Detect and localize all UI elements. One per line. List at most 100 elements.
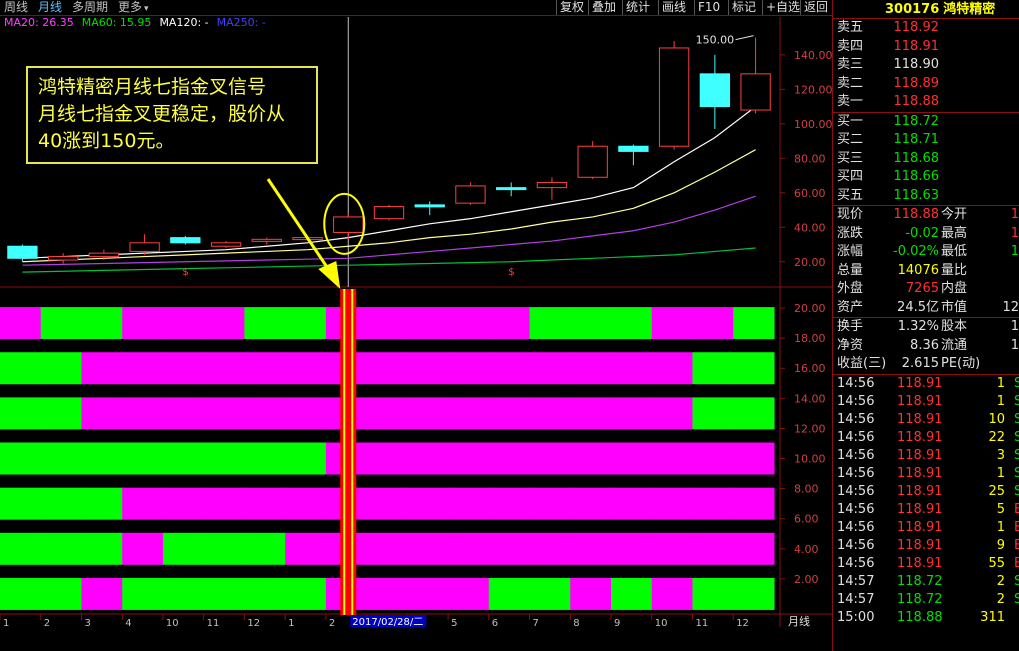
indicator-bar xyxy=(122,397,164,430)
tick-volume: 5 xyxy=(996,501,1005,517)
dividend-marker-icon: $ xyxy=(182,267,188,278)
indicator-bar xyxy=(203,577,245,610)
tick-volume: 311 xyxy=(980,609,1005,625)
indicator-bar xyxy=(448,487,490,520)
indicator-bar xyxy=(81,307,123,340)
overlay-button[interactable]: 叠加 xyxy=(588,0,619,15)
indicator-bar xyxy=(40,532,83,565)
fundamental-row: 净资 8.36 流通 1 xyxy=(833,337,1019,356)
bid-book: 买一 118.72 买二 118.71 买三 118.68 买四 118.66 买五 118.63 xyxy=(833,113,1019,206)
bid-row: 买四 118.66 xyxy=(833,168,1019,187)
back-button[interactable]: 返回 xyxy=(800,0,831,15)
stat-row: 总量 14076 量比 xyxy=(833,262,1019,281)
ask-label: 卖四 xyxy=(837,38,864,54)
indicator-bar xyxy=(570,487,612,520)
candle-body xyxy=(658,47,690,147)
price-tick-label: 80.00 xyxy=(794,152,826,165)
fundamental-label: 收益(三) xyxy=(837,356,887,371)
tab-more-label: 更多 xyxy=(118,0,143,14)
indicator-bar xyxy=(203,352,245,385)
stat-value-2: 1 xyxy=(1010,244,1019,259)
indicator-bar xyxy=(203,397,245,430)
tick-time: 14:56 xyxy=(837,519,875,535)
indicator-bar xyxy=(81,397,123,430)
candle-body xyxy=(7,245,38,259)
candle-body xyxy=(414,204,445,208)
mark-button[interactable]: 标记 xyxy=(728,0,759,15)
tick-volume: 22 xyxy=(988,429,1005,445)
ask-row: 卖一 118.88 xyxy=(833,93,1019,112)
time-tick-label: 10 xyxy=(166,618,179,627)
tab-more[interactable]: 更多 ▾ xyxy=(118,0,149,17)
time-tick-label: 12 xyxy=(736,618,749,627)
tick-volume: 1 xyxy=(996,519,1005,535)
indicator-bar xyxy=(203,307,245,340)
bid-row: 买三 118.68 xyxy=(833,150,1019,169)
tick-row: 14:56 118.91 1 S xyxy=(833,465,1019,483)
time-tick-label: 4 xyxy=(125,618,131,627)
stat-row: 涨跌 -0.02 最高 1 xyxy=(833,225,1019,244)
candle-body xyxy=(496,187,527,191)
annotation-line-1: 鸿特精密月线七指金叉信号 xyxy=(38,76,267,98)
stat-value-2: 1 xyxy=(1010,207,1019,222)
adjust-button[interactable]: 复权 xyxy=(556,0,587,15)
statistics-button[interactable]: 统计 xyxy=(622,0,653,15)
fundamental-label-2: 股本 xyxy=(941,319,968,334)
stat-label: 涨跌 xyxy=(837,225,864,241)
annotation-line-2: 月线七指金叉更稳定，股价从 xyxy=(38,103,286,125)
candle-body xyxy=(577,145,608,178)
f10-button[interactable]: F10 xyxy=(694,0,723,15)
time-tick-label: 2 xyxy=(44,618,50,627)
indicator-bar xyxy=(203,487,245,520)
tab-multi-period[interactable]: 多周期 xyxy=(72,0,108,15)
indicator-bar xyxy=(692,307,734,340)
tick-row: 14:56 118.91 22 S xyxy=(833,429,1019,447)
indicator-bar xyxy=(366,532,408,565)
indicator-bar xyxy=(285,532,327,565)
tab-monthly[interactable]: 月线 xyxy=(38,0,62,15)
time-tick-label: 1 xyxy=(3,618,9,627)
indicator-bar xyxy=(610,487,653,520)
price-tick-label: 60.00 xyxy=(794,187,826,200)
fundamental-value: 2.615 xyxy=(901,356,939,371)
high-price-label: 150.00 xyxy=(696,34,735,47)
indicator-bar xyxy=(0,532,42,565)
stat-row: 资产 24.5亿 市值 12 xyxy=(833,299,1019,318)
indicator-bar xyxy=(692,487,734,520)
fundamental-value: 1.32% xyxy=(897,319,939,334)
indicator-bar xyxy=(733,442,775,475)
tab-weekly[interactable]: 周线 xyxy=(4,0,28,15)
quote-panel: 300176 鸿特精密 卖五 118.92 卖四 118.91 卖三 118.90 卖二 118… xyxy=(832,0,1019,651)
indicator-bar xyxy=(244,487,286,520)
tick-list[interactable]: 14:56 118.91 1 S 14:56 118.91 1 S 14:56 118.91 10 S… xyxy=(833,375,1019,627)
indicator-bar xyxy=(0,442,42,475)
ask-row: 卖四 118.91 xyxy=(833,38,1019,57)
indicator-bar xyxy=(40,487,83,520)
indicator-bar xyxy=(203,532,245,565)
indicator-bar xyxy=(407,442,449,475)
indicator-bar xyxy=(651,442,694,475)
indicator-bar xyxy=(610,532,653,565)
ask-row: 卖二 118.89 xyxy=(833,75,1019,94)
indicator-bar xyxy=(285,577,327,610)
indicator-bar xyxy=(81,532,123,565)
draw-line-button[interactable]: 画线 xyxy=(658,0,689,15)
add-watchlist-button[interactable]: +自选 xyxy=(762,0,803,15)
indicator-bar xyxy=(122,532,164,565)
indicator-tick-label: 12.00 xyxy=(794,422,826,435)
indicator-bar xyxy=(529,577,571,610)
tick-side: B xyxy=(1014,537,1019,553)
indicator-bar xyxy=(733,487,775,520)
fundamental-label: 净资 xyxy=(837,337,864,353)
tick-volume: 25 xyxy=(988,483,1005,499)
indicator-bar xyxy=(0,397,42,430)
tick-price: 118.91 xyxy=(897,447,943,463)
bid-label: 买三 xyxy=(837,150,864,166)
signal-bar xyxy=(340,289,357,615)
tick-volume: 1 xyxy=(996,465,1005,481)
tick-price: 118.91 xyxy=(897,375,943,391)
tick-price: 118.91 xyxy=(897,429,943,445)
tick-side: B xyxy=(1014,519,1019,535)
tick-row: 14:56 118.91 3 S xyxy=(833,447,1019,465)
candle-body xyxy=(455,185,486,204)
